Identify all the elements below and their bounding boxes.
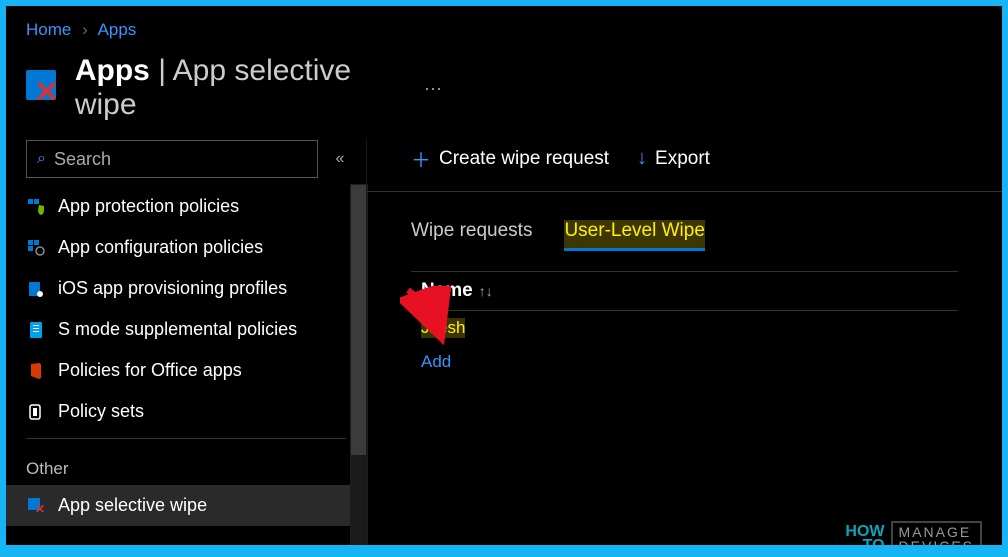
toolbar-label: Create wipe request [439,148,609,170]
breadcrumb: Home › Apps [6,6,1002,50]
sidebar-item-label: iOS app provisioning profiles [58,278,287,299]
apps-wipe-icon: ✕ [26,70,61,106]
plus-icon: ＋ [411,144,431,173]
sidebar-collapse-button[interactable]: « [328,150,352,168]
sidebar-item-app-config[interactable]: App configuration policies [6,227,366,268]
gear-grid-icon [26,238,46,258]
column-name[interactable]: Name ↑↓ [421,280,493,302]
row-user-name: Jitesh [421,318,465,338]
sidebar-item-app-selective-wipe[interactable]: ✕ App selective wipe [6,485,366,526]
sidebar-section-other: Other [6,445,366,485]
more-button[interactable]: ··· [424,78,442,99]
watermark: HOW TO MANAGE DEVICES [845,521,982,545]
search-input[interactable] [54,149,307,170]
document-icon [26,320,46,340]
wipe-icon: ✕ [26,496,46,516]
sidebar-item-label: S mode supplemental policies [58,319,297,340]
policy-sets-icon [26,402,46,422]
sidebar-item-smode[interactable]: S mode supplemental policies [6,309,366,350]
sidebar-item-label: Policies for Office apps [58,360,242,381]
page-title: Apps | App selective wipe [75,54,410,122]
search-box[interactable]: ⌕ [26,140,318,178]
tab-wipe-requests[interactable]: Wipe requests [411,220,532,251]
sidebar-item-app-protection[interactable]: App protection policies [6,186,366,227]
sidebar-item-label: App protection policies [58,196,239,217]
breadcrumb-home[interactable]: Home [26,20,71,39]
download-icon: ↓ [637,147,647,170]
create-wipe-request-button[interactable]: ＋ Create wipe request [411,144,609,173]
sidebar-item-policy-sets[interactable]: Policy sets [6,391,366,432]
sidebar-item-office-policies[interactable]: Policies for Office apps [6,350,366,391]
sidebar-item-label: App configuration policies [58,237,263,258]
add-row-button[interactable]: Add [411,345,958,379]
search-icon: ⌕ [37,150,46,168]
tab-user-level-wipe[interactable]: User-Level Wipe [564,220,704,251]
breadcrumb-apps[interactable]: Apps [98,20,137,39]
sidebar-item-label: App selective wipe [58,495,207,516]
sidebar-item-ios-provisioning[interactable]: iOS app provisioning profiles [6,268,366,309]
table-row[interactable]: Jitesh [411,311,958,345]
shield-grid-icon [26,197,46,217]
toolbar-label: Export [655,148,710,170]
divider [26,438,346,439]
export-button[interactable]: ↓ Export [637,147,710,170]
chevron-right-icon: › [82,20,88,39]
svg-text:✕: ✕ [35,502,45,515]
office-icon [26,361,46,381]
sidebar-item-label: Policy sets [58,401,144,422]
device-icon [26,279,46,299]
sort-icon: ↑↓ [479,283,493,299]
table-header[interactable]: Name ↑↓ [411,271,958,311]
